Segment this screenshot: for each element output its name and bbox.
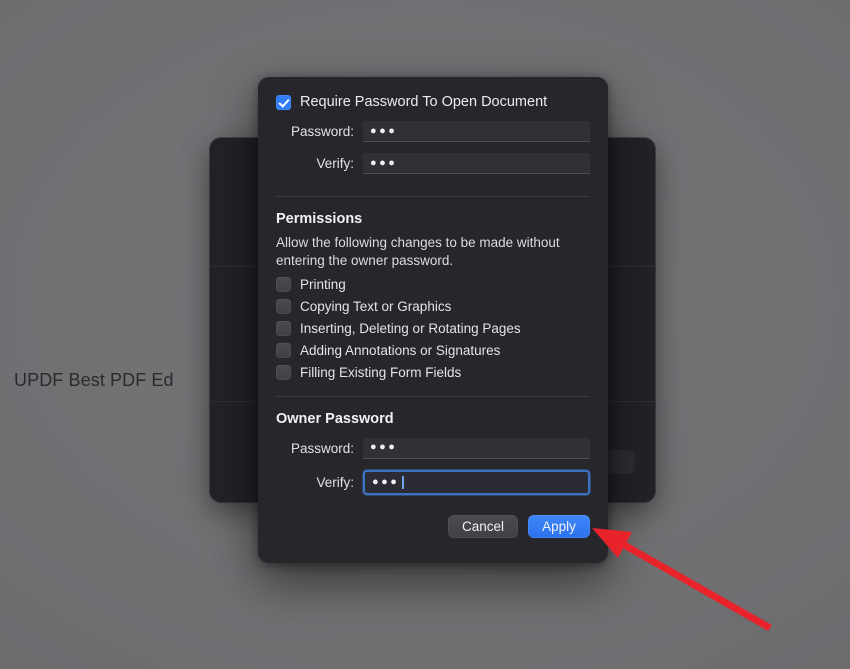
permission-row-annotations[interactable]: Adding Annotations or Signatures bbox=[276, 342, 590, 358]
permission-label-inserting: Inserting, Deleting or Rotating Pages bbox=[300, 320, 521, 336]
permission-label-copying: Copying Text or Graphics bbox=[300, 298, 452, 314]
permission-row-form-fields[interactable]: Filling Existing Form Fields bbox=[276, 364, 590, 380]
owner-verify-row: Verify: ●●● bbox=[276, 469, 590, 495]
open-verify-row: Verify: ●●● bbox=[276, 153, 590, 174]
permission-label-printing: Printing bbox=[300, 276, 346, 292]
permissions-description: Allow the following changes to be made w… bbox=[276, 235, 560, 268]
cancel-button[interactable]: Cancel bbox=[447, 514, 518, 538]
screen: UPDF Best PDF Ed Require Password To Ope… bbox=[0, 0, 850, 669]
owner-password-title: Owner Password bbox=[276, 410, 394, 427]
owner-verify-label: Verify: bbox=[316, 474, 354, 490]
permission-label-form-fields: Filling Existing Form Fields bbox=[300, 364, 462, 380]
open-password-label: Password: bbox=[290, 124, 354, 139]
open-password-value: ●●● bbox=[370, 124, 398, 137]
dialog-button-row: Cancel Apply bbox=[276, 514, 590, 538]
require-password-label: Require Password To Open Document bbox=[300, 94, 548, 110]
owner-password-label: Password: bbox=[290, 440, 354, 456]
open-verify-label: Verify: bbox=[316, 156, 354, 171]
permission-label-annotations: Adding Annotations or Signatures bbox=[300, 342, 501, 358]
permission-row-inserting[interactable]: Inserting, Deleting or Rotating Pages bbox=[276, 320, 590, 336]
permission-checkbox-copying[interactable] bbox=[276, 298, 291, 314]
owner-password-value: ●●● bbox=[370, 441, 398, 454]
owner-password-input[interactable]: ●●● bbox=[363, 437, 590, 459]
open-verify-value: ●●● bbox=[370, 156, 398, 169]
owner-verify-value: ●●● bbox=[372, 475, 400, 488]
background-window-label: UPDF Best PDF Ed bbox=[14, 370, 174, 390]
permission-checkbox-inserting[interactable] bbox=[276, 320, 291, 336]
permission-row-printing[interactable]: Printing bbox=[276, 276, 590, 292]
permission-checkbox-form-fields[interactable] bbox=[276, 364, 291, 380]
apply-button[interactable]: Apply bbox=[528, 514, 590, 538]
owner-password-row: Password: ●●● bbox=[276, 437, 590, 459]
permission-checkbox-annotations[interactable] bbox=[276, 342, 291, 358]
security-settings-dialog: Require Password To Open Document Passwo… bbox=[258, 77, 608, 563]
section-divider bbox=[276, 196, 590, 197]
section-divider bbox=[276, 395, 590, 397]
permissions-title: Permissions bbox=[276, 211, 363, 227]
open-verify-input[interactable]: ●●● bbox=[363, 153, 590, 174]
permissions-list: Printing Copying Text or Graphics Insert… bbox=[276, 276, 590, 380]
open-password-row: Password: ●●● bbox=[276, 121, 590, 142]
text-caret bbox=[402, 475, 404, 489]
permission-checkbox-printing[interactable] bbox=[276, 276, 291, 292]
owner-verify-input[interactable]: ●●● bbox=[363, 469, 590, 495]
open-password-input[interactable]: ●●● bbox=[363, 121, 590, 142]
permission-row-copying[interactable]: Copying Text or Graphics bbox=[276, 298, 590, 314]
require-password-checkbox[interactable] bbox=[276, 94, 291, 110]
require-password-row[interactable]: Require Password To Open Document bbox=[276, 77, 590, 110]
